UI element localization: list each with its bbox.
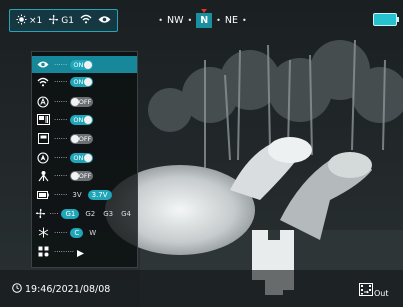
compass-left-label: NW [167,14,184,26]
clock-icon [12,283,22,296]
fan-option-g4[interactable]: G4 [119,209,133,219]
menu-row-auto-calibration[interactable]: ······ OFF [32,93,137,110]
compass-separator: • [216,15,221,25]
menu-row-display-off[interactable]: ······ OFF [32,130,137,147]
wifi-icon [32,77,54,87]
toggle-state: ON [73,77,84,86]
fan-icon [48,14,59,28]
fan-mode-value: G1 [61,15,74,26]
navigation-toggle[interactable]: ON [70,152,94,163]
unit-option-c[interactable]: C [70,227,84,238]
menu-row-display-mode[interactable]: ······ ON [32,56,137,73]
auto-calibration-toggle[interactable]: OFF [70,96,94,107]
menu-row-temperature-unit: ······ C W [32,224,137,241]
eye-icon [32,60,54,69]
fan-icon [32,208,50,219]
toggle-state: ON [73,115,84,124]
settings-menu: ······ ON ······ ON ······ OFF ······ ON… [31,51,138,268]
status-bar: ×1 G1 [9,9,118,32]
menu-row-tripod[interactable]: ······ OFF [32,167,137,184]
compass-separator: • [187,15,193,25]
fan-option-g2[interactable]: G2 [83,209,97,219]
menu-row-picture-in-picture[interactable]: ······ ON [32,111,137,128]
voltage-option-3-7v[interactable]: 3.7V [87,189,112,200]
fan-option-g1[interactable]: G1 [61,208,80,219]
menu-row-navigation[interactable]: ······ ON [32,149,137,166]
fan-option-g3[interactable]: G3 [101,209,115,219]
film-exit-icon [359,283,373,298]
battery-icon [373,13,399,26]
display-off-toggle[interactable]: OFF [70,133,94,144]
auto-icon [32,95,54,108]
menu-row-fan-speed: ···· G1 G2 G3 G4 [32,205,137,222]
menu-row-wifi[interactable]: ······ ON [32,73,137,90]
exit-button[interactable]: Out [359,283,389,298]
toggle-state: ON [73,153,84,162]
toggle-state: ON [73,60,84,69]
navigation-icon [32,151,54,164]
compass-separator: • [158,15,163,25]
display-mode-toggle[interactable]: ON [70,59,94,70]
settings-grid-icon [32,246,54,257]
voltage-option-3v[interactable]: 3V [70,190,83,200]
brightness-indicator: ×1 [16,14,42,28]
tripod-icon [32,170,54,182]
wifi-status-icon [80,14,92,27]
wifi-toggle[interactable]: ON [70,76,94,87]
compass-right-label: NE [224,14,238,26]
compass: • NW • N • NE • [150,8,255,31]
compass-separator: • [242,15,247,25]
toggle-state: OFF [78,134,92,143]
unit-option-w[interactable]: W [87,228,98,238]
battery-voltage-icon [32,190,54,199]
sun-icon [16,14,27,28]
snowflake-icon [32,227,54,238]
datetime-text: 19:46/2021/08/08 [25,284,111,295]
toggle-state: OFF [78,171,92,180]
eye-status-icon [98,15,111,27]
menu-row-more[interactable]: ········· [32,243,137,260]
display-icon [32,133,54,144]
brightness-value: ×1 [29,15,43,26]
datetime-display: 19:46/2021/08/08 [12,283,110,296]
play-arrow-icon[interactable] [77,242,85,261]
exit-label: Out [374,289,389,298]
menu-row-battery-voltage: ······ 3V 3.7V [32,186,137,203]
picture-in-picture-icon [32,114,54,125]
fan-indicator: G1 [48,14,74,28]
compass-heading: N [196,8,213,28]
tripod-toggle[interactable]: OFF [70,170,94,181]
picture-in-picture-toggle[interactable]: ON [70,114,94,125]
toggle-state: OFF [78,97,92,106]
